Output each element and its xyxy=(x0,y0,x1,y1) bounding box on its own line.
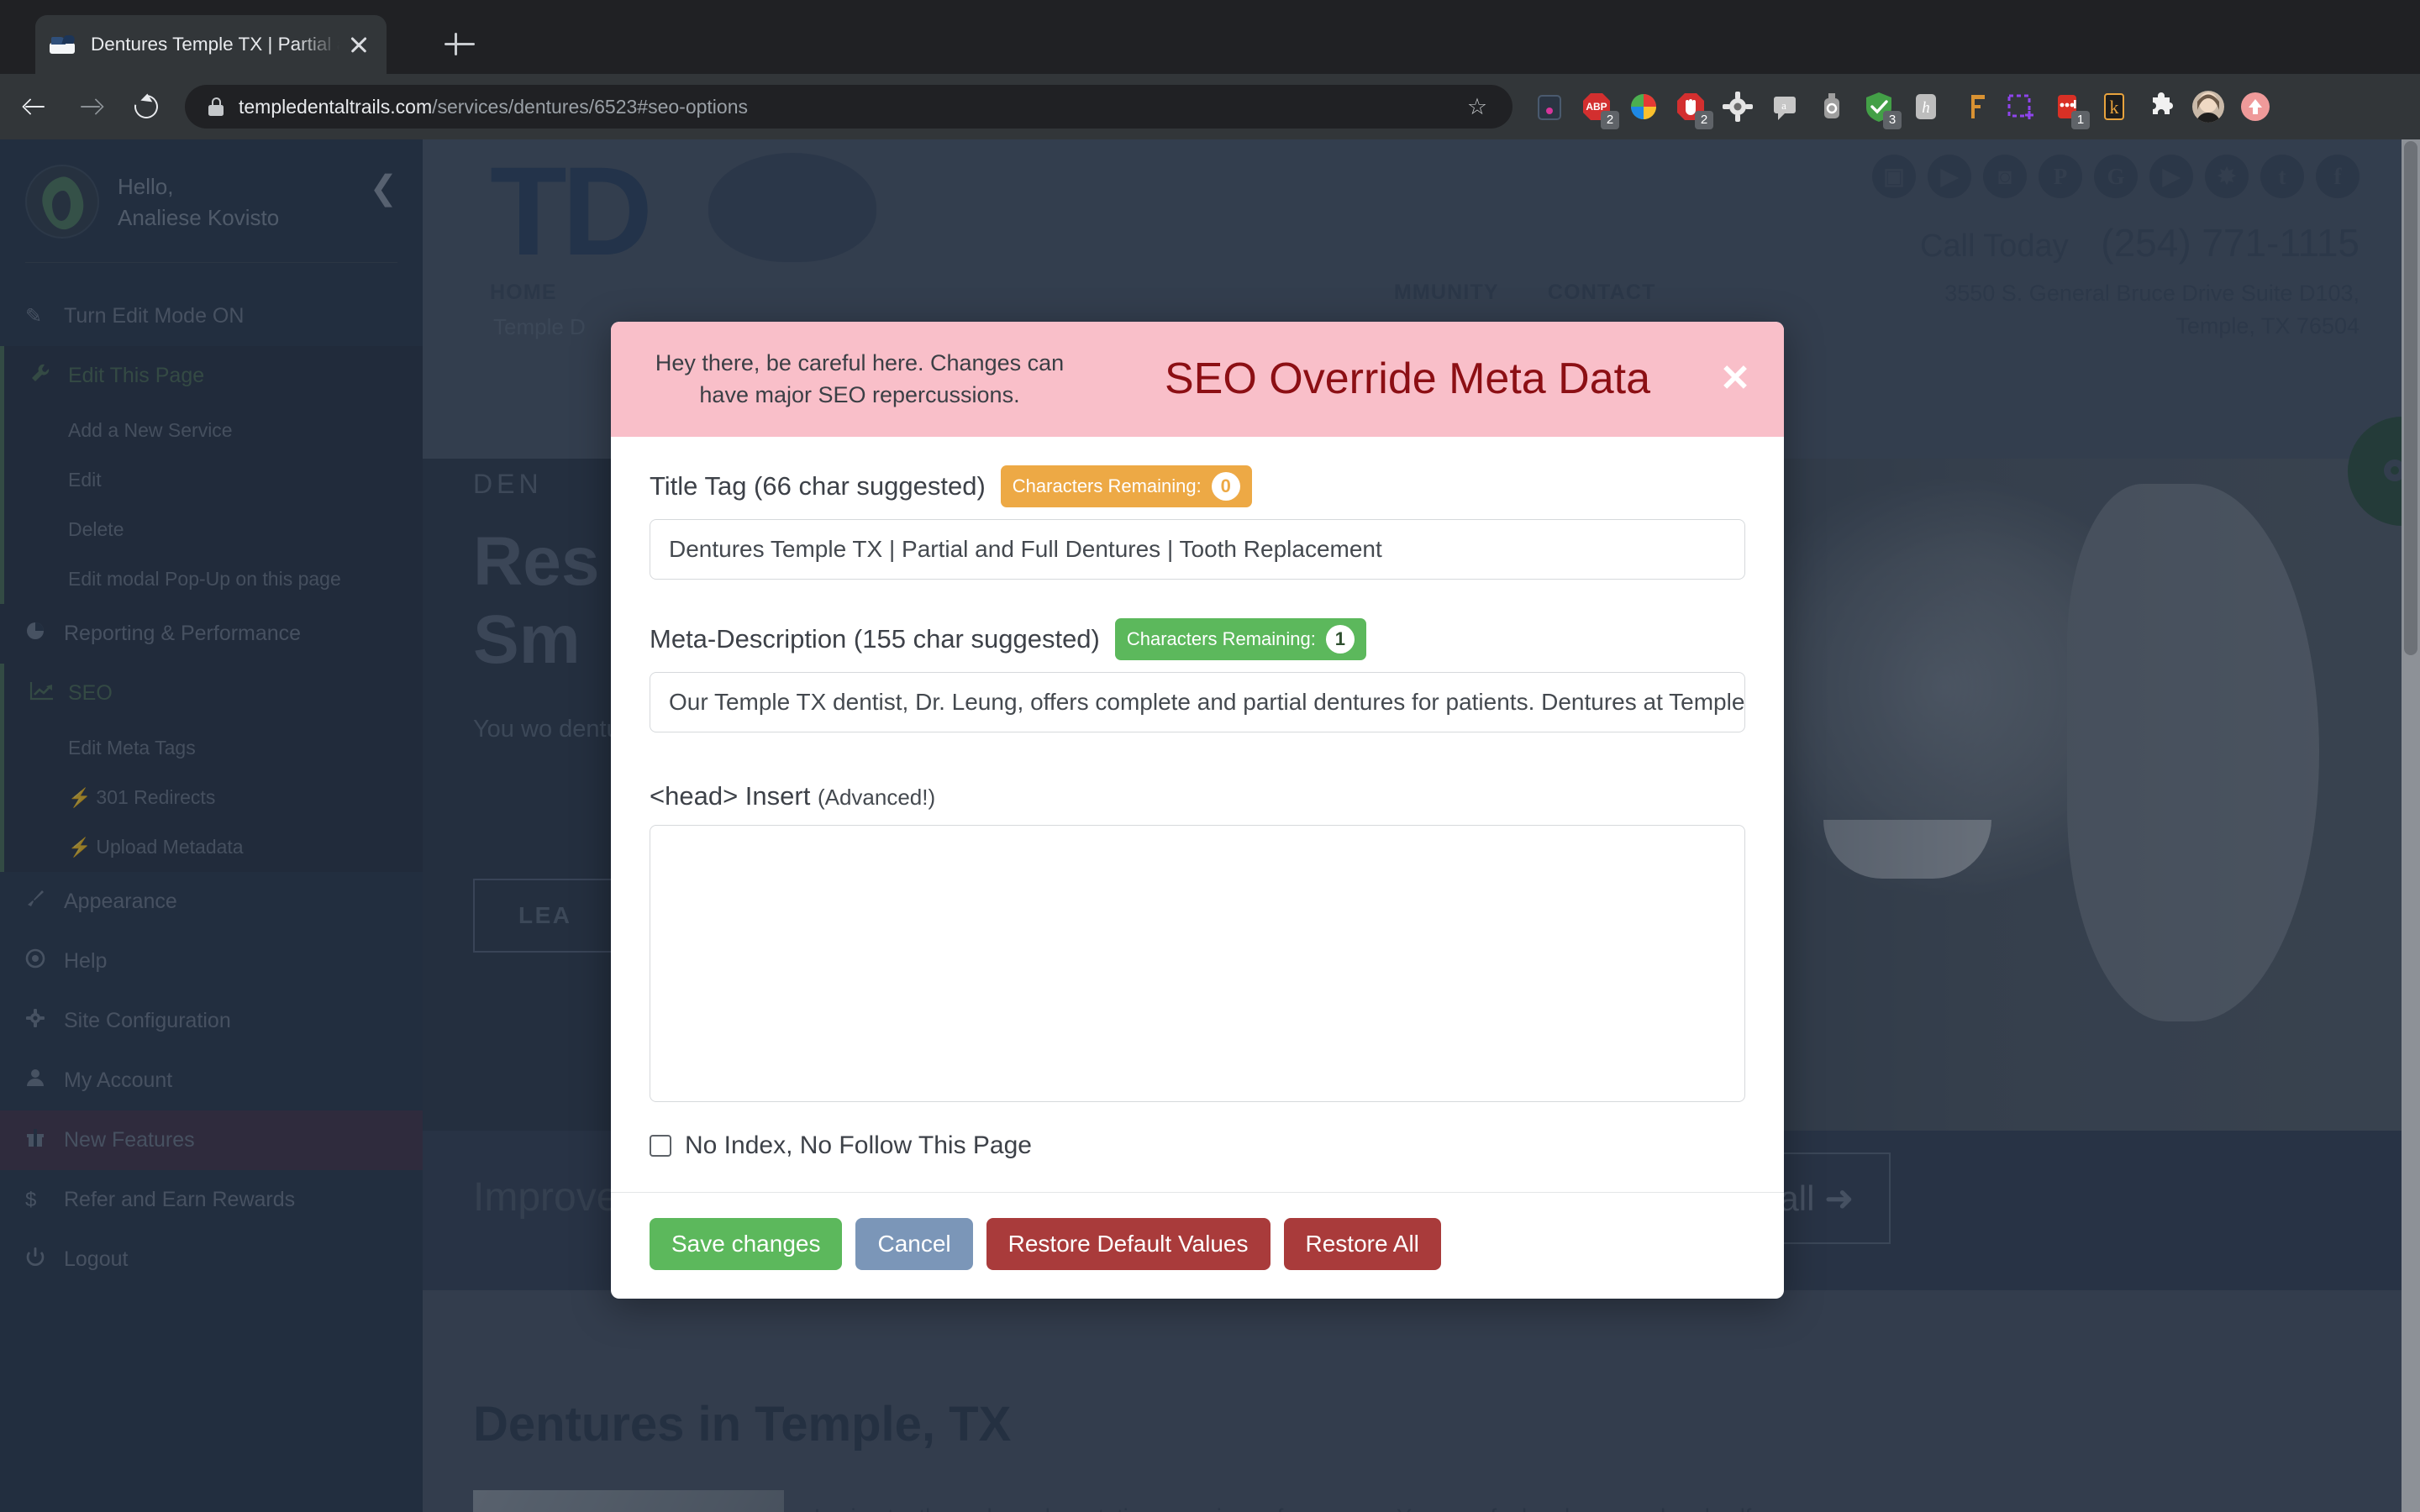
counter-value: 0 xyxy=(1211,471,1240,501)
extension-badge: 3 xyxy=(1883,111,1902,129)
adblock-plus-extension-icon[interactable]: ABP 2 xyxy=(1578,88,1619,129)
grammarly-extension-icon[interactable]: h xyxy=(1907,88,1944,125)
modal-header: Hey there, be careful here. Changes can … xyxy=(611,322,1784,437)
modal-title: SEO Override Meta Data xyxy=(1165,354,1650,404)
reload-button[interactable] xyxy=(126,87,166,127)
title-tag-input[interactable]: Dentures Temple TX | Partial and Full De… xyxy=(650,518,1745,580)
restore-all-button[interactable]: Restore All xyxy=(1283,1217,1441,1270)
noindex-label: No Index, No Follow This Page xyxy=(685,1131,1032,1159)
profile-avatar[interactable] xyxy=(2190,88,2227,125)
head-insert-label-text: <head> Insert xyxy=(650,780,811,811)
head-insert-textarea[interactable] xyxy=(650,824,1745,1102)
meta-description-counter: Characters Remaining: 1 xyxy=(1114,617,1366,660)
close-icon[interactable] xyxy=(345,30,373,59)
title-tag-counter: Characters Remaining: 0 xyxy=(1000,465,1252,507)
meta-description-label-row: Meta-Description (155 char suggested) Ch… xyxy=(650,617,1745,660)
lock-icon xyxy=(207,97,225,117)
seo-override-modal: Hey there, be careful here. Changes can … xyxy=(611,322,1784,1299)
arrow-left-icon xyxy=(24,96,45,118)
shield-check-extension-icon[interactable]: 3 xyxy=(1860,88,1902,129)
url-host: templedentaltrails.com xyxy=(239,95,433,118)
extension-badge: 1 xyxy=(2071,111,2090,129)
noindex-row[interactable]: No Index, No Follow This Page xyxy=(650,1131,1745,1192)
toothbrush-icon xyxy=(49,31,76,58)
folder-extension-icon[interactable] xyxy=(1531,88,1568,125)
svg-text:a: a xyxy=(1781,99,1786,112)
ruler-extension-icon[interactable] xyxy=(1954,88,1991,125)
cancel-button[interactable]: Cancel xyxy=(855,1217,973,1270)
title-tag-label-row: Title Tag (66 char suggested) Characters… xyxy=(650,465,1745,507)
url-text: templedentaltrails.com/services/dentures… xyxy=(239,96,748,118)
svg-text:h: h xyxy=(1922,99,1930,117)
counter-label: Characters Remaining: xyxy=(1126,627,1316,649)
meta-description-input[interactable]: Our Temple TX dentist, Dr. Leung, offers… xyxy=(650,671,1745,732)
arrow-right-icon xyxy=(79,96,101,118)
title-tag-label: Title Tag (66 char suggested) xyxy=(650,470,986,501)
update-arrow-icon[interactable] xyxy=(2237,88,2274,125)
back-button[interactable] xyxy=(15,87,55,127)
browser-toolbar: templedentaltrails.com/services/dentures… xyxy=(0,74,2420,139)
url-path: /services/dentures/6523#seo-options xyxy=(432,95,749,118)
save-changes-button[interactable]: Save changes xyxy=(650,1217,843,1270)
address-bar[interactable]: templedentaltrails.com/services/dentures… xyxy=(185,85,1512,129)
head-insert-label: <head> Insert (Advanced!) xyxy=(650,781,1745,811)
noindex-checkbox[interactable] xyxy=(650,1134,671,1157)
restore-default-values-button[interactable]: Restore Default Values xyxy=(986,1217,1270,1270)
extension-badge: 2 xyxy=(1695,111,1713,129)
browser-tab[interactable]: Dentures Temple TX | Partial an xyxy=(35,15,387,74)
puzzle-extension-icon[interactable] xyxy=(2143,88,2180,125)
head-insert-advanced-note: (Advanced!) xyxy=(817,784,936,810)
extension-tray: ABP 2 2 a 3 h 1 k xyxy=(1531,88,2289,129)
counter-value: 1 xyxy=(1325,624,1355,654)
close-icon[interactable]: ✕ xyxy=(1717,360,1754,397)
quote-bubble-extension-icon[interactable]: a xyxy=(1766,88,1803,125)
reload-icon xyxy=(129,90,163,123)
extension-badge: 2 xyxy=(1601,111,1619,129)
gear-extension-icon[interactable] xyxy=(1719,88,1756,125)
meta-description-label: Meta-Description (155 char suggested) xyxy=(650,623,1100,654)
modal-warning-text: Hey there, be careful here. Changes can … xyxy=(655,350,1065,408)
modal-body: Title Tag (66 char suggested) Characters… xyxy=(611,437,1784,1192)
keywords-extension-icon[interactable]: k xyxy=(2096,88,2133,125)
tab-strip: Dentures Temple TX | Partial an xyxy=(0,0,2420,74)
tab-title: Dentures Temple TX | Partial an xyxy=(91,34,339,55)
modal-footer: Save changes Cancel Restore Default Valu… xyxy=(611,1191,1784,1299)
svg-text:k: k xyxy=(2110,97,2119,118)
red-meter-extension-icon[interactable]: 1 xyxy=(2049,88,2090,129)
new-tab-button[interactable] xyxy=(440,25,479,64)
browser-window: Dentures Temple TX | Partial an templede… xyxy=(0,0,2420,1512)
page-viewport: TD Temple D HOME MMUNITY CONTACT ▣ ▶ ◙ P xyxy=(0,139,2420,1512)
bottle-extension-icon[interactable] xyxy=(1813,88,1850,125)
stop-hand-extension-icon[interactable]: 2 xyxy=(1672,88,1713,129)
selection-box-extension-icon[interactable] xyxy=(2002,88,2039,125)
counter-label: Characters Remaining: xyxy=(1012,475,1202,496)
color-wheel-extension-icon[interactable] xyxy=(1625,88,1662,125)
forward-button[interactable] xyxy=(71,87,111,127)
bookmark-star-icon[interactable]: ☆ xyxy=(1464,93,1491,120)
